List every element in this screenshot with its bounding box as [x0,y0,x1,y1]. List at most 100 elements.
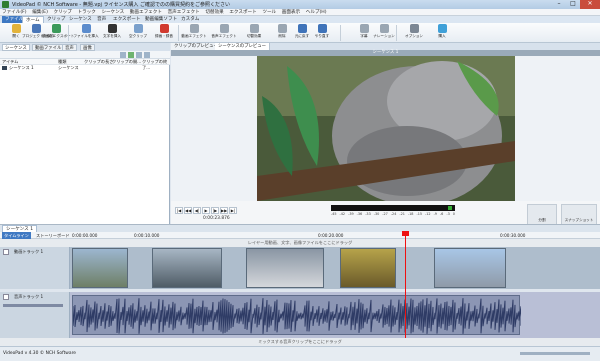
step-back-button[interactable]: ◀| [193,207,201,214]
fast-forward-button[interactable]: ▶▶ [220,207,228,214]
details-view-icon[interactable] [144,52,150,58]
level-indicator [448,206,452,210]
audio-clip[interactable] [72,295,522,335]
timeline-ruler[interactable]: タイムライン ストーリーボード 0:00:00.000 0:00:10.000 … [0,232,600,239]
meter-label: -6 [439,212,444,216]
tab-audio[interactable]: 音声 [94,16,109,23]
menu-edit[interactable]: 編集(E) [30,9,50,16]
menu-sequence[interactable]: シーケンス [99,9,126,16]
go-end-button[interactable]: ▶| [229,207,237,214]
meter-label: -12 [425,212,431,216]
menu-file[interactable]: ファイル(F) [0,9,29,16]
ribbon-label: 切替効果 [246,34,262,38]
overlay-drop-zone[interactable]: レイヤー用動画、文字、画像ファイルをここにドラッグ [0,239,600,247]
ribbon-button-add-file[interactable]: ファイルを挿入 [72,24,100,42]
video-frame[interactable] [257,56,515,201]
tab-custom[interactable]: カスタム [178,16,202,23]
meter-label: -3 [446,212,450,216]
menu-help[interactable]: ヘルプ(H) [304,9,329,16]
ribbon-button-film-export[interactable]: 動画をエクスポート [42,24,75,42]
snapshot-button[interactable]: スナップショット [561,204,597,226]
meter-label: -9 [433,212,437,216]
play-button[interactable]: ▶ [202,207,210,214]
menu-tools[interactable]: ツール [260,9,278,16]
split-button[interactable]: 分割 [527,204,557,226]
tab-export[interactable]: エクスポート [110,16,143,23]
ribbon-label: ナレーション [373,34,395,38]
ribbon-label: 録画・録音 [155,34,173,38]
narration-icon [379,24,389,33]
ribbon-button-redo[interactable]: やり直す [308,24,336,42]
blank-clip-icon [133,24,143,33]
tab-video-suite[interactable]: 動画編集ソフト [142,16,180,23]
meter-label: 0 [452,212,455,216]
list-item[interactable]: シーケンス 1 シーケンス [0,65,170,71]
bin-tab-sequences[interactable]: シーケンス [2,44,30,51]
menu-view[interactable]: 画面表示 [280,9,302,16]
video-track-header: 動画トラック 1 [0,247,70,289]
tab-home[interactable]: ホーム [22,16,44,23]
mode-storyboard[interactable]: ストーリーボード [36,232,70,239]
maximize-button[interactable]: □ [566,0,580,9]
bin-tab-video[interactable]: 動画ファイル [32,44,65,51]
menu-export[interactable]: エクスポート [227,9,258,16]
ribbon-button-text[interactable]: 文字を挿入 [98,24,126,42]
audio-effects-icon [219,24,229,33]
meter-label: -15 [416,212,423,216]
video-clip[interactable] [152,248,222,288]
bin-tab-audio[interactable]: 音声 [62,44,77,51]
menu-transitions[interactable]: 切替効果 [203,9,225,16]
add-bin-icon[interactable] [120,52,126,58]
bin-tab-images[interactable]: 画像 [80,44,95,51]
split-label: 分割 [538,218,546,222]
ribbon-button-options[interactable]: オプション [400,24,428,42]
ribbon-button-blank-clip[interactable]: 空クリップ [124,24,152,42]
ribbon-button-audio-effects[interactable]: 音声エフェクト [210,24,238,42]
ribbon-button-transition[interactable]: 切替効果 [240,24,268,42]
add-file-icon [81,24,91,33]
menu-audio-effects[interactable]: 音声エフェクト [166,9,202,16]
timeline-tabs: シーケンス 1 [0,224,600,233]
playhead-handle[interactable] [402,231,409,236]
mode-timeline[interactable]: タイムライン [2,232,31,239]
menu-clip[interactable]: クリップ [51,9,73,16]
list-view-icon[interactable] [128,52,134,58]
ribbon-label: 文字を挿入 [103,34,121,38]
ribbon-toolbar: 開く プロジェクトを保存 動画をエクスポート ファイルを挿入 文字を挿入 空クリップ 録画・… [0,23,600,43]
video-clip[interactable] [246,248,324,288]
meter-label: -39 [348,212,354,216]
ribbon-label: 動画をエクスポート [42,34,75,38]
playhead[interactable] [405,232,406,338]
ribbon-button-video-effects[interactable]: 動画エフェクト [180,24,208,42]
menu-video-effects[interactable]: 動画エフェクト [128,9,164,16]
media-bin-panel: シーケンス 動画ファイル 音声 画像 アイテム 種類 クリップの長さ クリップの… [0,43,170,230]
ruler-label: 0:00:10.000 [134,233,160,238]
video-clip[interactable] [72,248,128,288]
menu-track[interactable]: トラック [75,9,97,16]
track-visibility-icon[interactable] [3,249,9,255]
folder-icon [11,24,21,33]
audio-drop-zone[interactable]: ミックスする音声クリップをここにドラッグ [0,338,600,346]
tab-sequence-preview[interactable]: シーケンスのプレビュー [215,43,271,50]
rewind-button[interactable]: ◀◀ [184,207,192,214]
video-clip[interactable] [434,248,506,288]
ribbon-button-buy[interactable]: 購入 [428,24,456,42]
track-volume-slider[interactable] [3,304,63,307]
minimize-button[interactable]: – [552,0,566,9]
ribbon-button-narration[interactable]: ナレーション [370,24,398,42]
video-clip[interactable] [340,248,396,288]
zoom-slider[interactable] [520,352,590,355]
audio-track-name: 音声トラック 1 [14,294,44,299]
ribbon-separator [178,25,179,41]
ribbon-separator [68,25,69,41]
ribbon-button-record[interactable]: 録画・録音 [150,24,178,42]
text-icon [107,24,117,33]
go-start-button[interactable]: |◀ [175,207,183,214]
track-mute-icon[interactable] [3,294,9,300]
tab-sequence[interactable]: シーケンス [66,16,95,23]
video-track[interactable] [70,247,600,289]
close-button[interactable]: ✕ [580,0,600,9]
step-forward-button[interactable]: |▶ [211,207,219,214]
thumbnail-view-icon[interactable] [136,52,142,58]
tab-clip[interactable]: クリップ [44,16,68,23]
